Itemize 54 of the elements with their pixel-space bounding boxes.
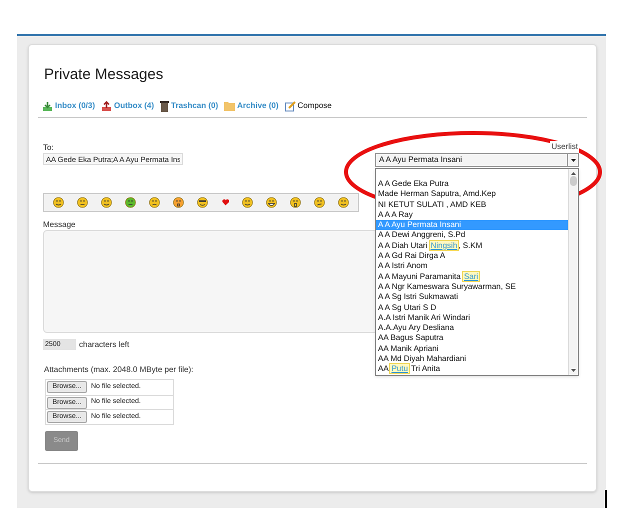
tab[interactable]: Inbox (0/3) [42,100,96,112]
tab[interactable]: Outbox (4) [101,100,154,112]
field-label: Userlist [550,141,579,153]
dropdown-item[interactable]: AA Md Diyah Mahardiani [376,354,568,364]
smiley-icon[interactable] [100,197,112,208]
trash-icon [160,100,170,112]
folder-icon [224,101,236,111]
tray-up-arrow-icon [101,100,112,112]
dropdown-item[interactable]: A A Sg Istri Sukmawati [376,292,568,303]
scroll-thumb[interactable] [570,176,577,186]
smiley-icon[interactable] [52,197,64,208]
dropdown-item[interactable]: A.A.Ayu Ary Desliana [376,323,568,334]
dropdown-item[interactable]: AA Bagus Saputra [376,333,568,344]
dropdown-item[interactable]: A A Gd Rai Dirga A [376,251,568,262]
dropdown-item[interactable]: A A Istri Anom [376,261,568,272]
tray-arrow-icon [42,100,53,112]
tab[interactable]: Trashcan (0) [160,100,218,112]
userlist-select[interactable]: A A Ayu Permata Insani [375,153,579,167]
smiley-icon[interactable] [266,197,277,208]
smiley-icon[interactable] [242,197,253,208]
dropdown-item[interactable]: Made Herman Saputra, Amd.Kep [376,189,568,200]
smiley-icon[interactable] [76,197,88,208]
smiley-icon[interactable] [124,197,136,208]
dropdown-item[interactable]: A A A Ray [376,210,568,220]
dropdown-item[interactable]: A.A Istri Manik Ari Windari [376,312,568,324]
counter-label: characters left [79,339,130,350]
pencil-paper-icon [284,100,296,112]
scrollbar[interactable] [568,169,578,375]
dropdown-item[interactable]: AA Manik Apriani [376,344,568,354]
smiley-icon[interactable] [290,197,301,208]
dropdown-item[interactable]: NI KETUT SULATI , AMD KEB [376,200,568,210]
dropdown-item[interactable]: A A Dewi Anggreni, S.Pd [376,230,568,241]
scroll-down-icon[interactable] [571,369,576,372]
dropdown-item[interactable]: A A Ngr Kameswara Suryawarman, SE [376,282,568,292]
smiley-icon[interactable] [314,197,326,208]
heart-icon[interactable] [222,199,229,206]
smiley-icon[interactable] [338,197,350,208]
dropdown-item[interactable]: A A Sg Utari S D [376,302,568,313]
message-field[interactable] [43,230,378,333]
smiley-icon[interactable] [173,197,184,208]
attachments-label: Attachments (max. 2048.0 MByte per file): [44,364,194,376]
dropdown-item[interactable]: A A Diah Utari Ningsih, S.KM [376,240,568,252]
cursor-bar [605,490,607,508]
field-label: To: [43,142,54,154]
dropdown-item[interactable]: A A Mayuni Paramanita Sari [376,272,568,282]
field-label: Message [43,219,76,231]
smiley-icon[interactable] [197,197,208,208]
caret-icon [567,154,578,166]
tab[interactable]: Archive (0) [224,100,279,112]
dropdown-item[interactable]: AA Putu Tri Anita [376,364,568,375]
page-title: Private Messages [44,65,164,85]
smiley-icon[interactable] [149,197,160,208]
dropdown-item[interactable]: A A Gede Eka Putra [376,179,568,190]
tab[interactable]: Compose [284,100,332,112]
